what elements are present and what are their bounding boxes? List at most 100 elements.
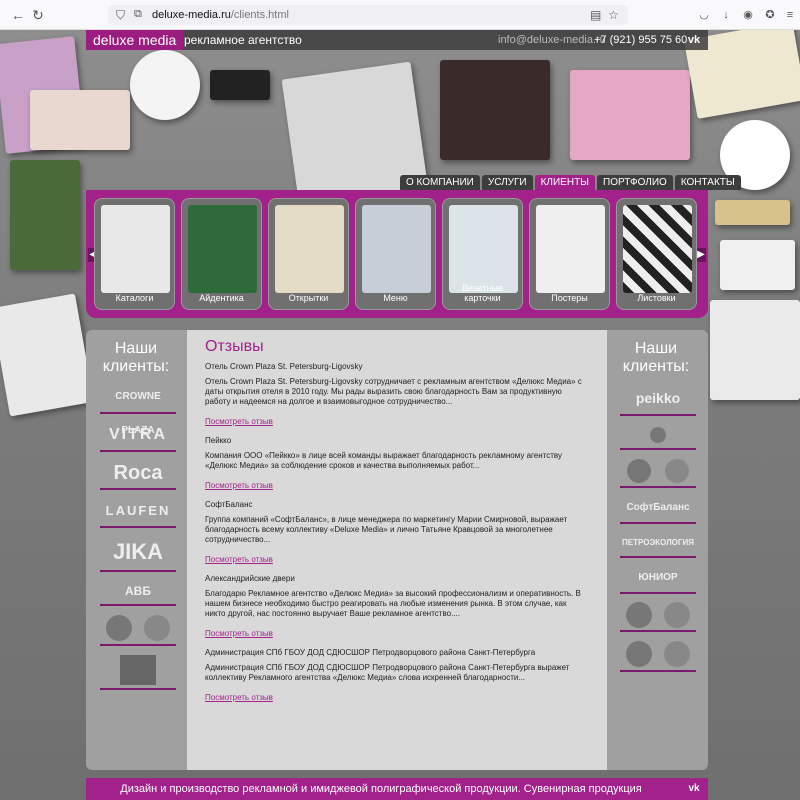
collage-catalog-pink xyxy=(570,70,690,160)
review-head: Пейкко xyxy=(205,436,232,445)
download-icon[interactable]: ↓ xyxy=(718,7,734,23)
nav-contacts[interactable]: КОНТАКТЫ xyxy=(674,175,741,190)
bookmark-star-icon[interactable]: ☆ xyxy=(608,8,619,22)
nav-about[interactable]: О КОМПАНИИ xyxy=(400,175,480,190)
carousel-item-posters[interactable]: Постеры xyxy=(529,198,610,310)
review-link[interactable]: Посмотреть отзыв xyxy=(205,417,589,426)
client-logo-emblems-right[interactable] xyxy=(620,454,696,488)
collage-cards xyxy=(720,240,795,290)
client-logo-jika[interactable]: JIKA xyxy=(100,532,176,572)
pocket-icon[interactable]: ◡ xyxy=(696,7,712,23)
nav-portfolio[interactable]: ПОРТФОЛИО xyxy=(597,175,673,190)
collage-badge xyxy=(715,200,790,225)
postcard-thumb xyxy=(275,205,344,293)
address-bar[interactable]: ⛉ ⧉ deluxe-media.ru/clients.html ▤ ☆ xyxy=(108,5,628,25)
client-logo-avb[interactable]: АВБ xyxy=(100,576,176,606)
account-icon[interactable]: ◉ xyxy=(740,7,756,23)
email-link[interactable]: info@deluxe-media.ru xyxy=(498,30,606,50)
emblem-icon xyxy=(663,602,690,628)
review-body: Отель Crown Plaza St. Petersburg-Ligovsk… xyxy=(205,377,582,406)
nav-services[interactable]: УСЛУГИ xyxy=(481,175,533,190)
carousel-item-postcards[interactable]: Открытки xyxy=(268,198,349,310)
browser-toolbar: ← ↻ ⛉ ⧉ deluxe-media.ru/clients.html ▤ ☆… xyxy=(0,0,800,30)
emblem-icon xyxy=(663,641,690,667)
restaurant-logo-icon xyxy=(120,655,156,685)
client-logo-softbalance[interactable]: СофтБаланс xyxy=(620,492,696,524)
site-logo[interactable]: deluxe media xyxy=(86,30,184,50)
left-clients-title: Наши клиенты: xyxy=(102,340,170,375)
footer-text: Дизайн и производство рекламной и имидже… xyxy=(120,783,642,795)
catalog-thumb xyxy=(101,205,170,293)
client-logo-emblems-right-2[interactable] xyxy=(620,598,696,632)
review-head: Александрийские двери xyxy=(205,574,295,583)
collage-photo xyxy=(30,90,130,150)
client-logo-peikko[interactable]: peikko xyxy=(620,380,696,416)
emblem-icon xyxy=(106,615,133,641)
right-clients-title: Наши клиенты: xyxy=(622,340,690,375)
review-head: Администрация СПб ГБОУ ДОД СДЮСШОР Петро… xyxy=(205,648,536,657)
emblem-icon xyxy=(143,615,170,641)
review-body: Компания ООО «Пейкко» в лице всей команд… xyxy=(205,451,562,470)
reviews-panel: Отзывы Отель Crown Plaza St. Petersburg-… xyxy=(187,330,607,770)
client-logo-junior[interactable]: ЮНИОР xyxy=(620,562,696,594)
carousel-next-icon[interactable]: ▶ xyxy=(696,248,706,262)
review-link[interactable]: Посмотреть отзыв xyxy=(205,555,589,564)
header-bar: deluxe media рекламное агентство info@de… xyxy=(86,30,708,50)
emblem-icon xyxy=(626,602,653,628)
client-logo-alexandria[interactable] xyxy=(620,420,696,450)
review-body: Администрация СПб ГБОУ ДОД СДЮСШОР Петро… xyxy=(205,663,570,682)
client-logo-restaurant[interactable] xyxy=(100,650,176,690)
phone-number: +7 (921) 955 75 60 xyxy=(594,34,688,46)
review-item: Александрийские двери Благодарю Рекламно… xyxy=(205,574,589,638)
tagline: рекламное агентство xyxy=(184,33,302,47)
nav-clients[interactable]: КЛИЕНТЫ xyxy=(534,175,596,190)
emblem-icon xyxy=(664,459,689,483)
review-body: Благодарю Рекламное агентство «Делюкс Ме… xyxy=(205,589,581,618)
review-link[interactable]: Посмотреть отзыв xyxy=(205,693,589,702)
review-item: Отель Crown Plaza St. Petersburg-Ligovsk… xyxy=(205,362,589,426)
poster-thumb xyxy=(536,205,605,293)
client-logo-crowne-plaza[interactable]: CROWNE PLAZA xyxy=(100,380,176,436)
client-logo-laufen[interactable]: LAUFEN xyxy=(100,494,176,528)
reload-icon[interactable]: ↻ xyxy=(30,7,46,23)
client-logo-emblems-right-3[interactable] xyxy=(620,636,696,672)
review-head: СофтБаланс xyxy=(205,500,253,509)
review-link[interactable]: Посмотреть отзыв xyxy=(205,481,589,490)
review-item: СофтБаланс Группа компаний «СофтБаланс»,… xyxy=(205,500,589,564)
client-logo-roca[interactable]: Roca xyxy=(100,456,176,490)
client-logo-petroecology[interactable]: ПЕТРОЭКОЛОГИЯ xyxy=(620,528,696,558)
vk-icon[interactable]: vk xyxy=(684,32,704,48)
extension-icon[interactable]: ✪ xyxy=(762,7,778,23)
client-logo-emblems[interactable] xyxy=(100,610,176,646)
carousel-item-flyers[interactable]: Листовки xyxy=(616,198,697,310)
door-emblem-icon xyxy=(650,427,666,443)
collage-laufen-catalog xyxy=(710,300,800,400)
carousel-item-catalogs[interactable]: Каталоги xyxy=(94,198,175,310)
vk-icon[interactable]: vk xyxy=(686,781,702,797)
review-link[interactable]: Посмотреть отзыв xyxy=(205,629,589,638)
carousel-item-identity[interactable]: Айдентика xyxy=(181,198,262,310)
review-body: Группа компаний «СофтБаланс», в лице мен… xyxy=(205,515,568,544)
menu-icon[interactable]: ≡ xyxy=(782,7,798,23)
review-item: Пейкко Компания ООО «Пейкко» в лице всей… xyxy=(205,436,589,490)
collage-poster xyxy=(10,160,80,270)
carousel-item-business-cards[interactable]: Визитные карточки xyxy=(442,198,523,310)
business-cards-thumb xyxy=(449,205,518,293)
url-text: deluxe-media.ru/clients.html xyxy=(152,9,289,21)
review-head: Отель Crown Plaza St. Petersburg-Ligovsk… xyxy=(205,362,363,371)
collage-mug xyxy=(130,50,200,120)
back-icon[interactable]: ← xyxy=(10,7,26,23)
reviews-title: Отзывы xyxy=(205,338,264,355)
emblem-icon xyxy=(626,641,653,667)
carousel-item-menu[interactable]: Меню xyxy=(355,198,436,310)
portfolio-carousel: ◀ ▶ Каталоги Айдентика Открытки Меню Виз… xyxy=(86,190,708,318)
page-info-icon[interactable]: ⧉ xyxy=(134,8,142,21)
reader-icon[interactable]: ▤ xyxy=(590,8,601,22)
flyer-thumb xyxy=(623,205,692,293)
collage-menu xyxy=(440,60,550,160)
review-item: Администрация СПб ГБОУ ДОД СДЮСШОР Петро… xyxy=(205,648,589,702)
collage-card xyxy=(210,70,270,100)
client-logo-vitra[interactable]: VITRA xyxy=(100,418,176,452)
shield-icon[interactable]: ⛉ xyxy=(116,8,125,23)
footer: Дизайн и производство рекламной и имидже… xyxy=(86,778,708,800)
